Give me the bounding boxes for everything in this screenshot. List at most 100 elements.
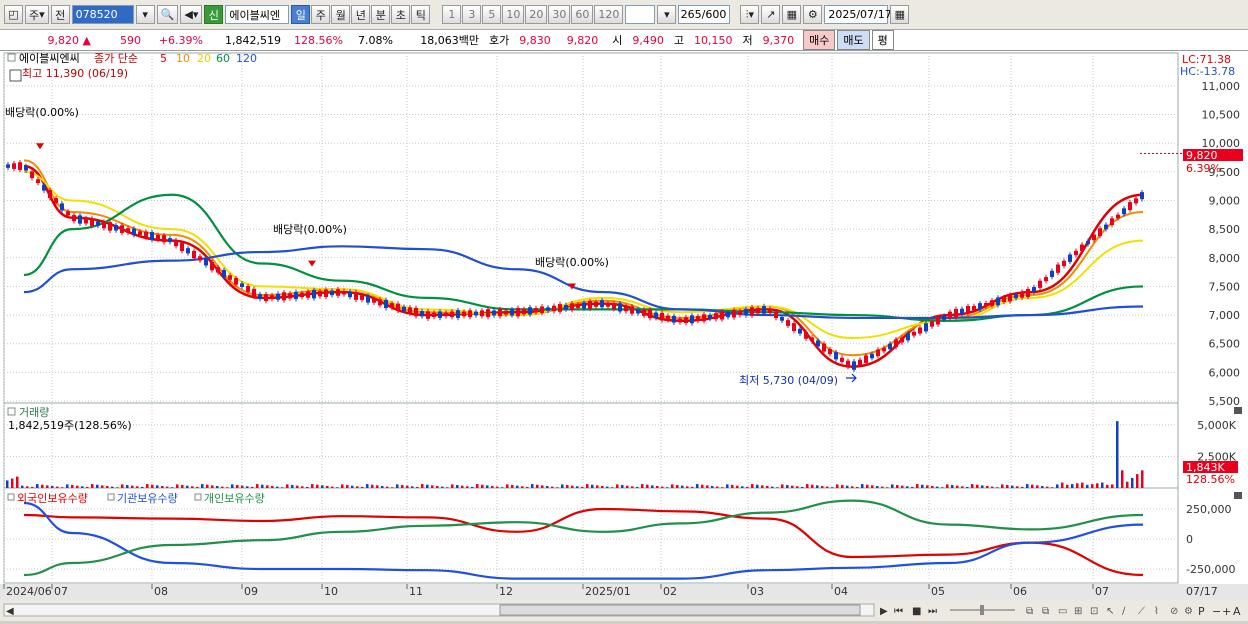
prev-button[interactable]: 전 xyxy=(50,5,70,24)
candle-body xyxy=(1140,192,1144,200)
candle-body xyxy=(900,337,904,343)
volume-toggle-icon[interactable] xyxy=(7,407,16,416)
interval-tab-30[interactable]: 30 xyxy=(548,5,571,24)
candle-body xyxy=(498,309,502,317)
candle-body xyxy=(1026,288,1030,298)
zoom-in-icon[interactable]: P xyxy=(1198,605,1205,618)
open-label: 시 xyxy=(612,34,623,47)
volume-bar xyxy=(431,485,434,488)
candle-body xyxy=(1104,224,1108,230)
candle-body xyxy=(762,306,766,314)
panel-toggle-icon[interactable] xyxy=(7,53,16,62)
draw-icon-2[interactable]: ⟋ xyxy=(1138,606,1145,617)
scroll-left-icon[interactable]: ◀ xyxy=(6,606,14,617)
search-icon[interactable]: 🔍 xyxy=(156,5,179,24)
volume-bar xyxy=(21,485,24,488)
font-size-icon[interactable]: A xyxy=(1233,605,1241,618)
bottom-scrollbar[interactable]: ◀ ▶ ⏮ ■ ⏭ ⧉ ⧉ ▭ ⊞ ⊡ ↖ ∕ ⟋ ⌇ ⊘ ⚙ P − + A xyxy=(0,600,1248,621)
interval-tab-10[interactable]: 10 xyxy=(502,5,525,24)
pointer-icon[interactable]: ↖ xyxy=(1106,606,1114,617)
holdings-close-icon[interactable] xyxy=(1234,492,1242,499)
volume-bar xyxy=(336,487,339,488)
candle-body xyxy=(792,323,796,331)
tool-icon-3[interactable]: ▭ xyxy=(1058,606,1067,617)
chart-area[interactable]: 5,500 6,000 6,500 7,000 7,500 8,000 8,500 9,000… xyxy=(0,51,1248,621)
grid-icon[interactable]: ▦ xyxy=(782,5,802,24)
interval-tab-3[interactable]: 3 xyxy=(462,5,482,24)
avg-button[interactable]: 평 xyxy=(871,30,894,50)
stock-code-input[interactable]: 078520 xyxy=(71,5,134,24)
forward-icon[interactable]: ⏭ xyxy=(928,606,937,617)
volume-bar xyxy=(171,487,174,488)
interval-dropdown-icon[interactable]: ▾ xyxy=(657,5,677,24)
window-menu-icon[interactable]: ◰ xyxy=(4,5,23,24)
candle-body xyxy=(966,306,970,314)
volume-close-icon[interactable] xyxy=(1234,407,1242,414)
candle-body xyxy=(1134,198,1138,204)
volume-bar xyxy=(396,484,399,488)
zoom-slider-handle[interactable] xyxy=(980,605,984,615)
zoom-out-icon[interactable]: − xyxy=(1212,605,1221,618)
candle-body xyxy=(66,211,70,216)
period-tab-2[interactable]: 월 xyxy=(331,5,351,24)
period-tab-1[interactable]: 주 xyxy=(311,5,331,24)
volume-bar xyxy=(1066,484,1069,488)
scroll-right-icon[interactable]: ▶ xyxy=(880,606,888,617)
tool-icon-1[interactable]: ⧉ xyxy=(1026,606,1033,617)
draw-icon-4[interactable]: ⊘ xyxy=(1170,606,1178,617)
settings-icon[interactable]: ⚙ xyxy=(1184,606,1193,617)
interval-tab-20[interactable]: 20 xyxy=(525,5,548,24)
interval-tab-60[interactable]: 60 xyxy=(571,5,594,24)
hold-ytick-1: 0 xyxy=(1186,533,1193,546)
tool-icon-4[interactable]: ⊞ xyxy=(1074,606,1082,617)
tool-icon-2[interactable]: ⧉ xyxy=(1042,606,1049,617)
draw-icon-3[interactable]: ⌇ xyxy=(1154,606,1159,617)
volume-bar xyxy=(96,484,99,488)
volume-bar xyxy=(656,485,659,488)
period-tab-5[interactable]: 초 xyxy=(391,5,411,24)
interval-tabs: 1 3 5 10 20 30 60 120 xyxy=(442,5,624,24)
dropdown-icon[interactable]: ▾ xyxy=(135,5,155,24)
calendar-icon[interactable]: ▦ xyxy=(890,5,910,24)
new-badge[interactable]: 신 xyxy=(204,5,224,24)
volume-bar xyxy=(766,485,769,488)
buy-button[interactable]: 매수 xyxy=(803,30,836,50)
sell-button[interactable]: 매도 xyxy=(837,30,870,50)
period-select[interactable]: 주 ▾ xyxy=(25,5,49,24)
gear-icon[interactable]: ⚙ xyxy=(803,5,823,24)
candle-type-icon[interactable]: ⫶▾ xyxy=(740,5,760,24)
calendar-small-icon[interactable] xyxy=(9,69,22,82)
candle-body xyxy=(336,289,340,296)
candle-body xyxy=(690,315,694,324)
interval-tab-5[interactable]: 5 xyxy=(482,5,502,24)
count-field[interactable]: 265/600 xyxy=(678,5,731,24)
indicator-icon[interactable]: ↗ xyxy=(761,5,781,24)
candle-body xyxy=(882,347,886,352)
candle-body xyxy=(1074,250,1078,256)
scroll-thumb[interactable] xyxy=(499,604,861,616)
period-tab-3[interactable]: 년 xyxy=(351,5,371,24)
interval-custom-input[interactable] xyxy=(625,5,656,24)
period-tab-6[interactable]: 틱 xyxy=(411,5,431,24)
volume-bar xyxy=(711,485,714,488)
interval-tab-120[interactable]: 120 xyxy=(594,5,624,24)
holdings-toggle-icon[interactable] xyxy=(7,493,15,501)
dividend-label-2: 배당락(0.00%) xyxy=(273,223,347,236)
interval-tab-1[interactable]: 1 xyxy=(442,5,462,24)
date-field[interactable]: 2025/07/17 xyxy=(824,5,892,24)
period-tab-4[interactable]: 분 xyxy=(371,5,391,24)
candle-body xyxy=(324,289,328,298)
volume-bar xyxy=(56,486,59,488)
speaker-icon[interactable]: ◀▾ xyxy=(180,5,203,24)
holdings-toggle-icon-3[interactable] xyxy=(194,493,202,501)
holdings-toggle-icon-2[interactable] xyxy=(107,493,115,501)
period-tab-0[interactable]: 일 xyxy=(291,5,311,24)
dividend-label-1: 배당락(0.00%) xyxy=(5,106,79,119)
candle-body xyxy=(540,306,544,313)
stop-icon[interactable]: ■ xyxy=(912,606,921,617)
rewind-icon[interactable]: ⏮ xyxy=(894,606,903,617)
tool-icon-5[interactable]: ⊡ xyxy=(1090,606,1098,617)
zoom-plus-icon[interactable]: + xyxy=(1222,605,1231,618)
chart-svg[interactable]: 5,500 6,000 6,500 7,000 7,500 8,000 8,500 9,000… xyxy=(0,51,1248,621)
stock-name-field[interactable]: 에이블씨엔 xyxy=(225,5,290,24)
